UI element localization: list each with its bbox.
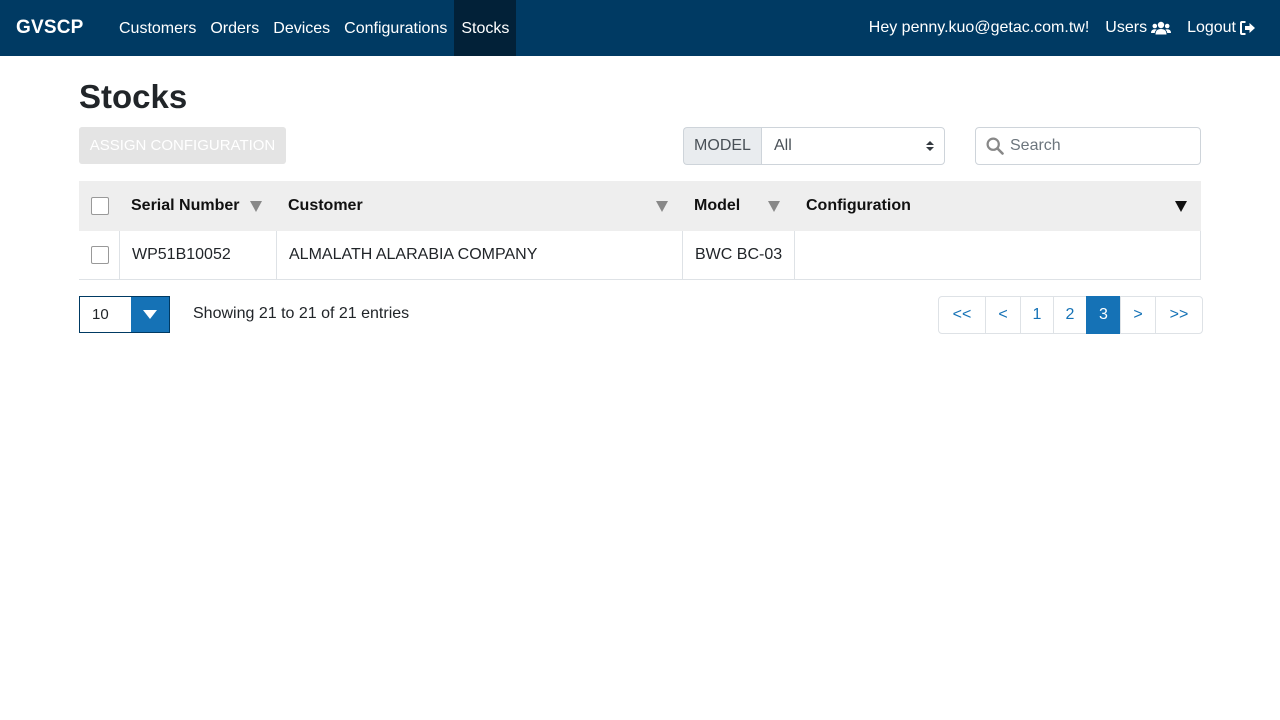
cell-customer: ALMALATH ALARABIA COMPANY: [276, 231, 682, 279]
row-select-cell: [79, 231, 119, 279]
page-size-value: 10: [92, 306, 109, 323]
page-1[interactable]: 1: [1020, 296, 1054, 334]
column-serial-number-label: Serial Number: [131, 197, 240, 214]
users-label: Users: [1105, 19, 1148, 36]
select-all-checkbox[interactable]: [91, 197, 109, 215]
assign-configuration-button[interactable]: ASSIGN CONFIGURATION: [79, 127, 286, 164]
page-prev[interactable]: <: [985, 296, 1021, 334]
brand-logo[interactable]: GVSCP: [16, 17, 84, 39]
page-title: Stocks: [79, 78, 188, 115]
cell-model: BWC BC-03: [682, 231, 794, 279]
main-nav: Customers Orders Devices Configurations …: [112, 0, 517, 56]
model-filter-label: MODEL: [683, 127, 761, 165]
chevron-down-icon: [143, 310, 157, 319]
nav-stocks[interactable]: Stocks: [454, 0, 517, 56]
column-customer-label: Customer: [288, 197, 363, 214]
row-checkbox[interactable]: [91, 246, 109, 264]
pagination: << < 1 2 3 > >>: [938, 296, 1203, 334]
column-customer[interactable]: Customer: [276, 181, 682, 231]
cell-configuration: [794, 231, 1201, 279]
page-size-dropdown-button[interactable]: [131, 297, 169, 332]
table-row[interactable]: WP51B10052 ALMALATH ALARABIA COMPANY BWC…: [79, 231, 1201, 280]
column-configuration-label: Configuration: [806, 197, 911, 214]
logout-label: Logout: [1187, 19, 1236, 36]
greeting-text: Hey penny.kuo@getac.com.tw!: [868, 19, 1090, 36]
column-model-label: Model: [694, 197, 741, 214]
sort-model-icon[interactable]: [768, 201, 780, 212]
page-last[interactable]: >>: [1155, 296, 1203, 334]
column-configuration[interactable]: Configuration: [794, 181, 1201, 231]
logout-link[interactable]: Logout: [1187, 19, 1256, 37]
select-caret-icon: [926, 141, 934, 151]
page-first[interactable]: <<: [938, 296, 986, 334]
sign-out-icon: [1240, 21, 1255, 35]
users-link[interactable]: Users: [1105, 19, 1172, 37]
user-nav: Hey penny.kuo@getac.com.tw! Users Logout: [853, 0, 1256, 56]
select-all-cell: [79, 181, 119, 231]
table-header-row: Serial Number Customer Model Configurati…: [79, 181, 1201, 231]
sort-customer-icon[interactable]: [656, 201, 668, 212]
user-greeting: Hey penny.kuo@getac.com.tw!: [869, 19, 1090, 37]
cell-serial-number: WP51B10052: [119, 231, 276, 279]
nav-customers[interactable]: Customers: [112, 0, 203, 56]
entries-info: Showing 21 to 21 of 21 entries: [193, 305, 410, 322]
search-input[interactable]: [1010, 137, 1190, 155]
page-2[interactable]: 2: [1053, 296, 1087, 334]
model-filter-value: All: [774, 137, 792, 154]
search-box: [975, 127, 1201, 165]
sort-serial-icon[interactable]: [250, 201, 262, 212]
page-next[interactable]: >: [1120, 296, 1156, 334]
page-3[interactable]: 3: [1086, 296, 1121, 334]
page-size-select[interactable]: 10: [79, 296, 170, 333]
nav-devices[interactable]: Devices: [266, 0, 337, 56]
nav-configurations[interactable]: Configurations: [337, 0, 454, 56]
configuration-filter-icon[interactable]: [1175, 201, 1187, 212]
model-filter-select[interactable]: All: [761, 127, 945, 165]
model-filter: MODEL All: [683, 127, 945, 165]
nav-orders[interactable]: Orders: [203, 0, 266, 56]
search-icon: [986, 137, 1004, 155]
users-icon: [1151, 21, 1172, 35]
top-navbar: GVSCP Customers Orders Devices Configura…: [0, 0, 1280, 56]
